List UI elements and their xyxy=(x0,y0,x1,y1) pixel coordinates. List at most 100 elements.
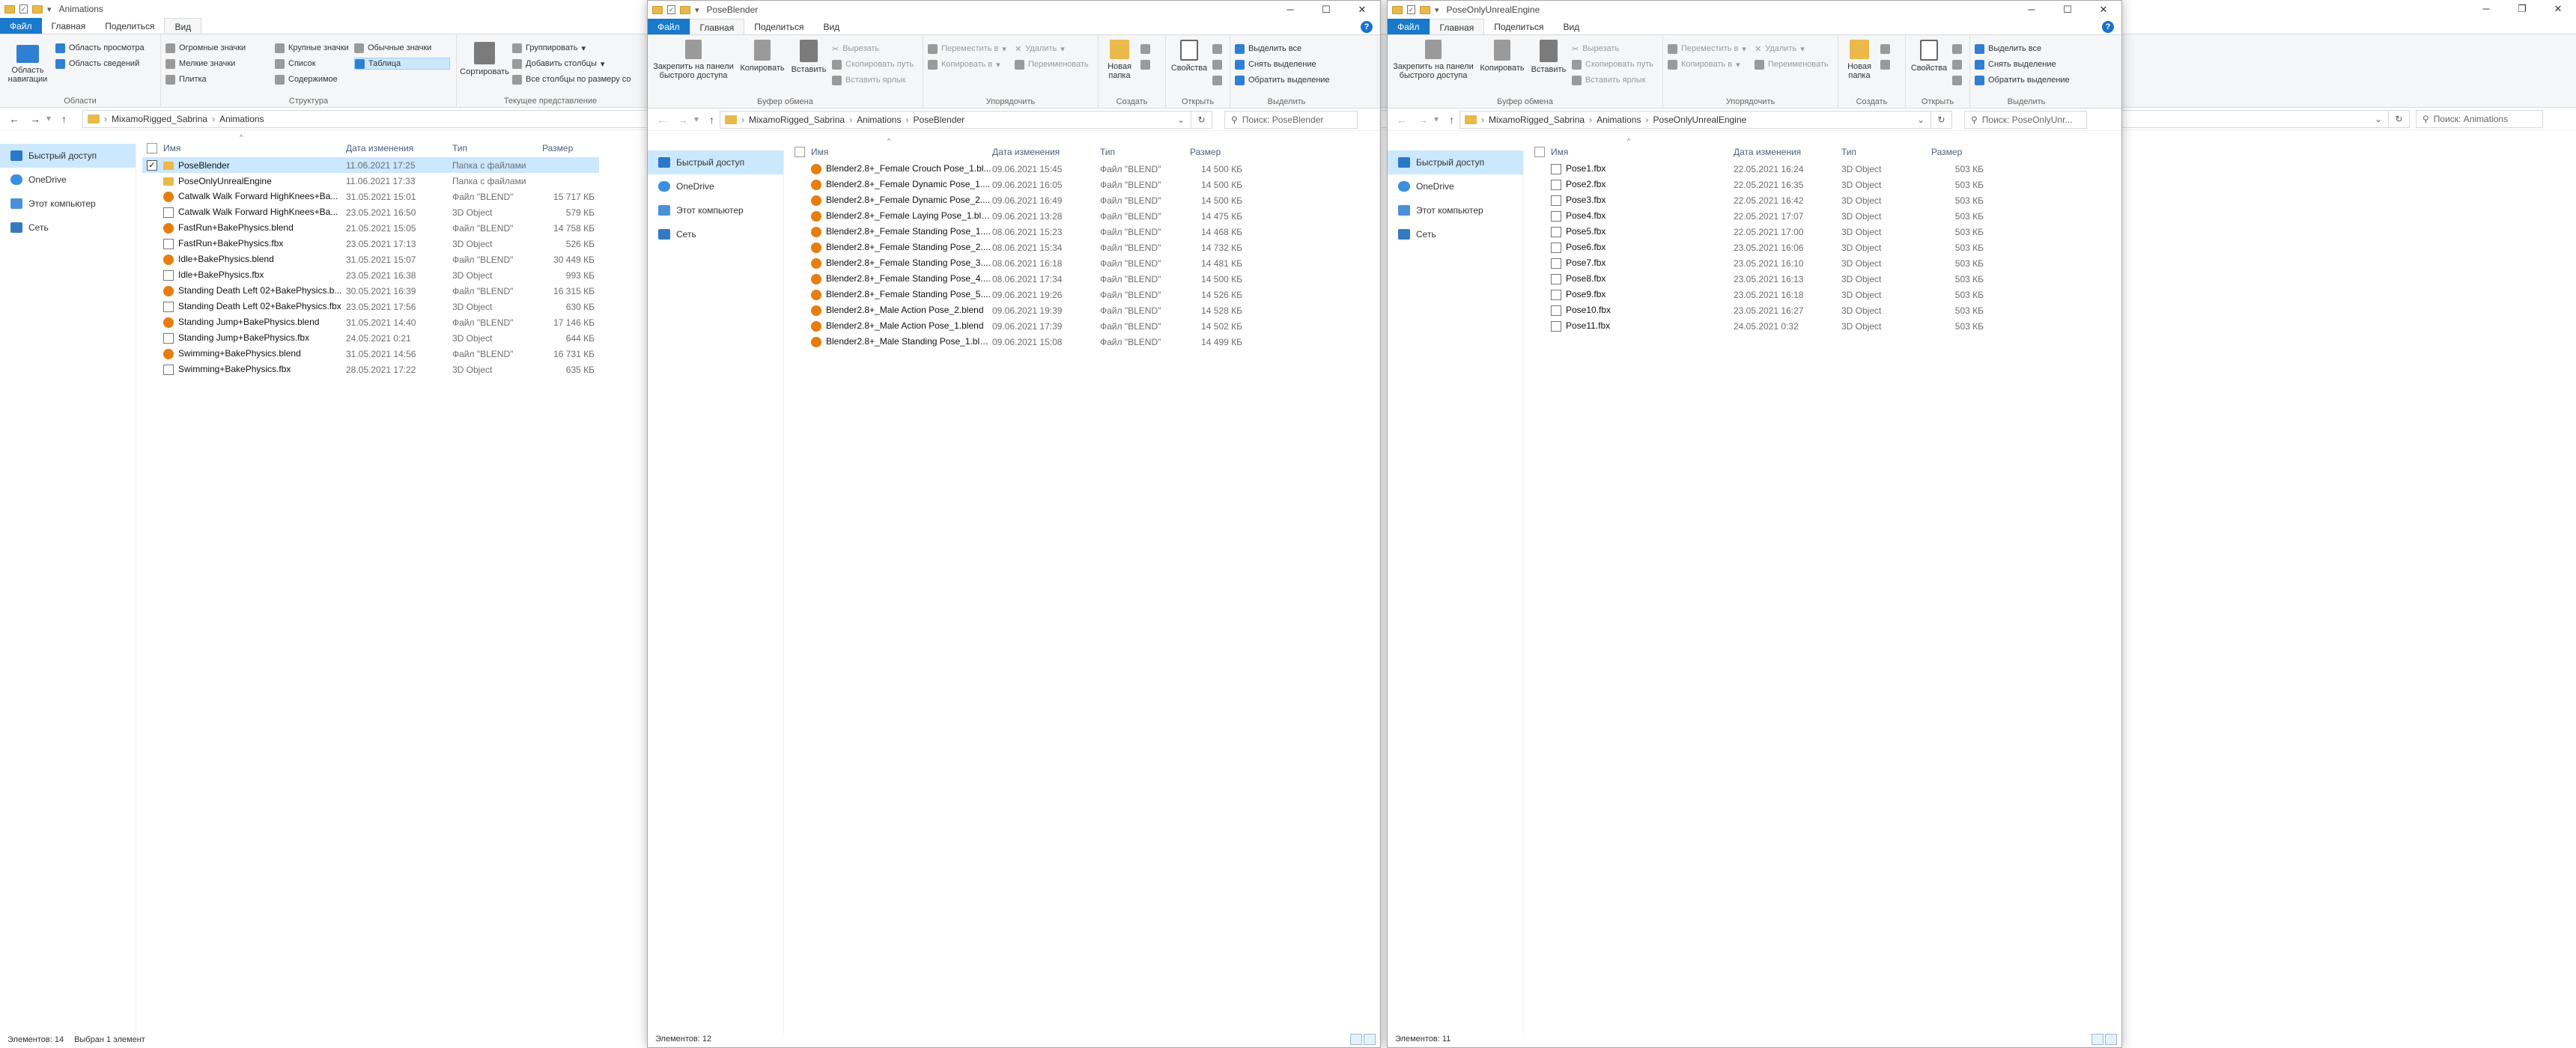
delete-button[interactable]: ✕ Удалить ▾ xyxy=(1015,43,1089,55)
nav-network[interactable]: Сеть xyxy=(0,216,136,240)
file-name-cell[interactable]: Pose8.fbx xyxy=(1551,273,1734,284)
file-name-cell[interactable]: Idle+BakePhysics.fbx xyxy=(163,269,346,281)
layout-normal-icons[interactable]: Обычные значки xyxy=(354,42,450,54)
file-row[interactable]: Idle+BakePhysics.fbx 23.05.2021 16:38 3D O… xyxy=(142,267,599,283)
file-row[interactable]: Idle+BakePhysics.blend 31.05.2021 15:07 Фа… xyxy=(142,252,599,267)
history-button[interactable] xyxy=(1212,74,1222,86)
layout-list[interactable]: Список xyxy=(275,58,350,70)
file-row[interactable]: Blender2.8+_Female Crouch Pose_1.bl... 09… xyxy=(790,161,1242,177)
copy-path-button[interactable]: Скопировать путь xyxy=(1572,58,1653,70)
nav-network[interactable]: Сеть xyxy=(1388,222,1523,246)
tab-view[interactable]: Вид xyxy=(1553,19,1589,34)
col-type[interactable]: Тип xyxy=(1100,147,1190,157)
move-to-button[interactable]: Переместить в ▾ xyxy=(928,43,1010,55)
file-name-cell[interactable]: Blender2.8+_Female Dynamic Pose_1.... xyxy=(811,179,992,190)
file-row[interactable]: Pose6.fbx 23.05.2021 16:06 3D Object 503 КБ xyxy=(1530,240,1984,255)
file-row[interactable]: ✓ PoseBlender 11.06.2021 17:25 Папка с файл… xyxy=(142,157,599,173)
up-arrow-icon[interactable]: ↑ xyxy=(709,114,714,126)
file-name-cell[interactable]: Pose1.fbx xyxy=(1551,163,1734,174)
file-row[interactable]: Standing Death Left 02+BakePhysics.fbx 23… xyxy=(142,299,599,314)
rename-button[interactable]: Переименовать xyxy=(1015,58,1089,70)
copy-to-button[interactable]: Копировать в ▾ xyxy=(1668,58,1750,70)
file-name-cell[interactable]: Pose11.fbx xyxy=(1551,320,1734,332)
open-button[interactable] xyxy=(1212,43,1222,55)
file-name-cell[interactable]: Pose10.fbx xyxy=(1551,305,1734,316)
col-date[interactable]: Дата изменения xyxy=(1734,147,1841,157)
recent-chevron-icon[interactable]: ▾ xyxy=(46,113,51,125)
breadcrumb-item[interactable]: MixamoRigged_Sabrina xyxy=(749,115,845,125)
nav-onedrive[interactable]: OneDrive xyxy=(648,174,783,198)
nav-network[interactable]: Сеть xyxy=(648,222,783,246)
nav-quick-access[interactable]: Быстрый доступ xyxy=(1388,150,1523,174)
rename-button[interactable]: Переименовать xyxy=(1755,58,1829,70)
layout-small-icons[interactable]: Мелкие значки xyxy=(165,58,270,70)
minimize-button[interactable]: ─ xyxy=(2014,1,2050,19)
address-bar[interactable]: › MixamoRigged_Sabrina › Animations › Po… xyxy=(720,110,1191,129)
file-name-cell[interactable]: Blender2.8+_Female Crouch Pose_1.bl... xyxy=(811,163,992,174)
file-row[interactable]: Blender2.8+_Female Standing Pose_3.... 08… xyxy=(790,255,1242,271)
up-arrow-icon[interactable]: ↑ xyxy=(61,113,67,125)
file-name-cell[interactable]: Standing Jump+BakePhysics.blend xyxy=(163,317,346,328)
breadcrumb-item[interactable]: Animations xyxy=(857,115,901,125)
customize-toolbar-icon[interactable]: ▾ xyxy=(47,4,52,14)
file-row[interactable]: Standing Jump+BakePhysics.blend 31.05.202… xyxy=(142,314,599,330)
new-folder-quick-icon[interactable] xyxy=(680,5,690,14)
tab-share[interactable]: Поделиться xyxy=(1484,19,1553,34)
file-row[interactable]: Catwalk Walk Forward HighKnees+Ba... 31.0… xyxy=(142,189,599,204)
select-all-checkbox[interactable] xyxy=(795,146,805,157)
file-row[interactable]: FastRun+BakePhysics.blend 21.05.2021 15:0… xyxy=(142,220,599,236)
tab-home[interactable]: Главная xyxy=(689,19,745,34)
back-arrow-icon[interactable]: ← xyxy=(9,113,19,125)
file-row[interactable]: PoseOnlyUnrealEngine 11.06.2021 17:33 Папк… xyxy=(142,173,599,189)
file-name-cell[interactable]: PoseOnlyUnrealEngine xyxy=(163,176,346,186)
file-row[interactable]: Blender2.8+_Female Standing Pose_1.... 08… xyxy=(790,224,1242,240)
search-box[interactable]: ⚲ Поиск: PoseBlender xyxy=(1224,110,1358,129)
details-view-icon[interactable] xyxy=(2092,1034,2103,1045)
breadcrumb-item[interactable]: PoseBlender xyxy=(913,115,965,125)
file-row[interactable]: Swimming+BakePhysics.blend 31.05.2021 14:… xyxy=(142,346,599,362)
close-button[interactable]: ✕ xyxy=(2086,1,2121,19)
maximize-button[interactable]: ☐ xyxy=(2050,1,2086,19)
select-none-button[interactable]: Снять выделение xyxy=(1235,58,1330,70)
invert-selection-button[interactable]: Обратить выделение xyxy=(1975,74,2070,86)
col-type[interactable]: Тип xyxy=(1841,147,1931,157)
file-row[interactable]: Blender2.8+_Male Action Pose_1.blend 09.0… xyxy=(790,318,1242,334)
group-by-button[interactable]: Группировать ▾ xyxy=(512,42,631,54)
col-name[interactable]: Имя xyxy=(163,143,346,153)
file-name-cell[interactable]: Blender2.8+_Female Standing Pose_4.... xyxy=(811,273,992,284)
open-button[interactable] xyxy=(1952,43,1962,55)
edit-button[interactable] xyxy=(1952,58,1962,70)
forward-arrow-icon[interactable]: → xyxy=(1418,114,1428,126)
breadcrumb-item[interactable]: MixamoRigged_Sabrina xyxy=(112,114,207,124)
select-all-button[interactable]: Выделить все xyxy=(1235,43,1330,55)
up-arrow-icon[interactable]: ↑ xyxy=(1449,114,1454,126)
file-row[interactable]: Standing Death Left 02+BakePhysics.b... 3… xyxy=(142,283,599,299)
file-row[interactable]: Catwalk Walk Forward HighKnees+Ba... 23.0… xyxy=(142,204,599,220)
new-item-button[interactable] xyxy=(1880,43,1890,55)
col-name[interactable]: Имя xyxy=(1551,147,1734,157)
row-checkbox[interactable]: ✓ xyxy=(147,159,157,171)
select-all-button[interactable]: Выделить все xyxy=(1975,43,2070,55)
col-date[interactable]: Дата изменения xyxy=(346,143,452,153)
file-name-cell[interactable]: Blender2.8+_Female Standing Pose_5.... xyxy=(811,289,992,300)
paste-shortcut-button[interactable]: Вставить ярлык xyxy=(832,74,914,86)
col-date[interactable]: Дата изменения xyxy=(992,147,1100,157)
search-box[interactable]: ⚲ Поиск: PoseOnlyUnr... xyxy=(1964,110,2087,129)
file-name-cell[interactable]: Pose3.fbx xyxy=(1551,195,1734,206)
move-to-button[interactable]: Переместить в ▾ xyxy=(1668,43,1750,55)
address-dropdown-icon[interactable]: ⌄ xyxy=(1917,115,1925,125)
refresh-button[interactable]: ↻ xyxy=(2389,109,2410,128)
help-icon[interactable]: ? xyxy=(2102,21,2114,33)
col-size[interactable]: Размер xyxy=(1190,147,1242,157)
layout-large-icons[interactable]: Крупные значки xyxy=(275,42,350,54)
file-name-cell[interactable]: Idle+BakePhysics.blend xyxy=(163,254,346,265)
file-name-cell[interactable]: FastRun+BakePhysics.fbx xyxy=(163,238,346,249)
file-name-cell[interactable]: Blender2.8+_Female Standing Pose_1.... xyxy=(811,226,992,237)
file-row[interactable]: Blender2.8+_Female Standing Pose_2.... 08… xyxy=(790,240,1242,255)
nav-quick-access[interactable]: Быстрый доступ xyxy=(648,150,783,174)
file-name-cell[interactable]: Pose9.fbx xyxy=(1551,289,1734,300)
tab-file[interactable]: Файл xyxy=(0,18,42,34)
nav-onedrive[interactable]: OneDrive xyxy=(1388,174,1523,198)
address-dropdown-icon[interactable]: ⌄ xyxy=(2375,114,2382,124)
file-row[interactable]: Pose11.fbx 24.05.2021 0:32 3D Object 503 КБ xyxy=(1530,318,1984,334)
